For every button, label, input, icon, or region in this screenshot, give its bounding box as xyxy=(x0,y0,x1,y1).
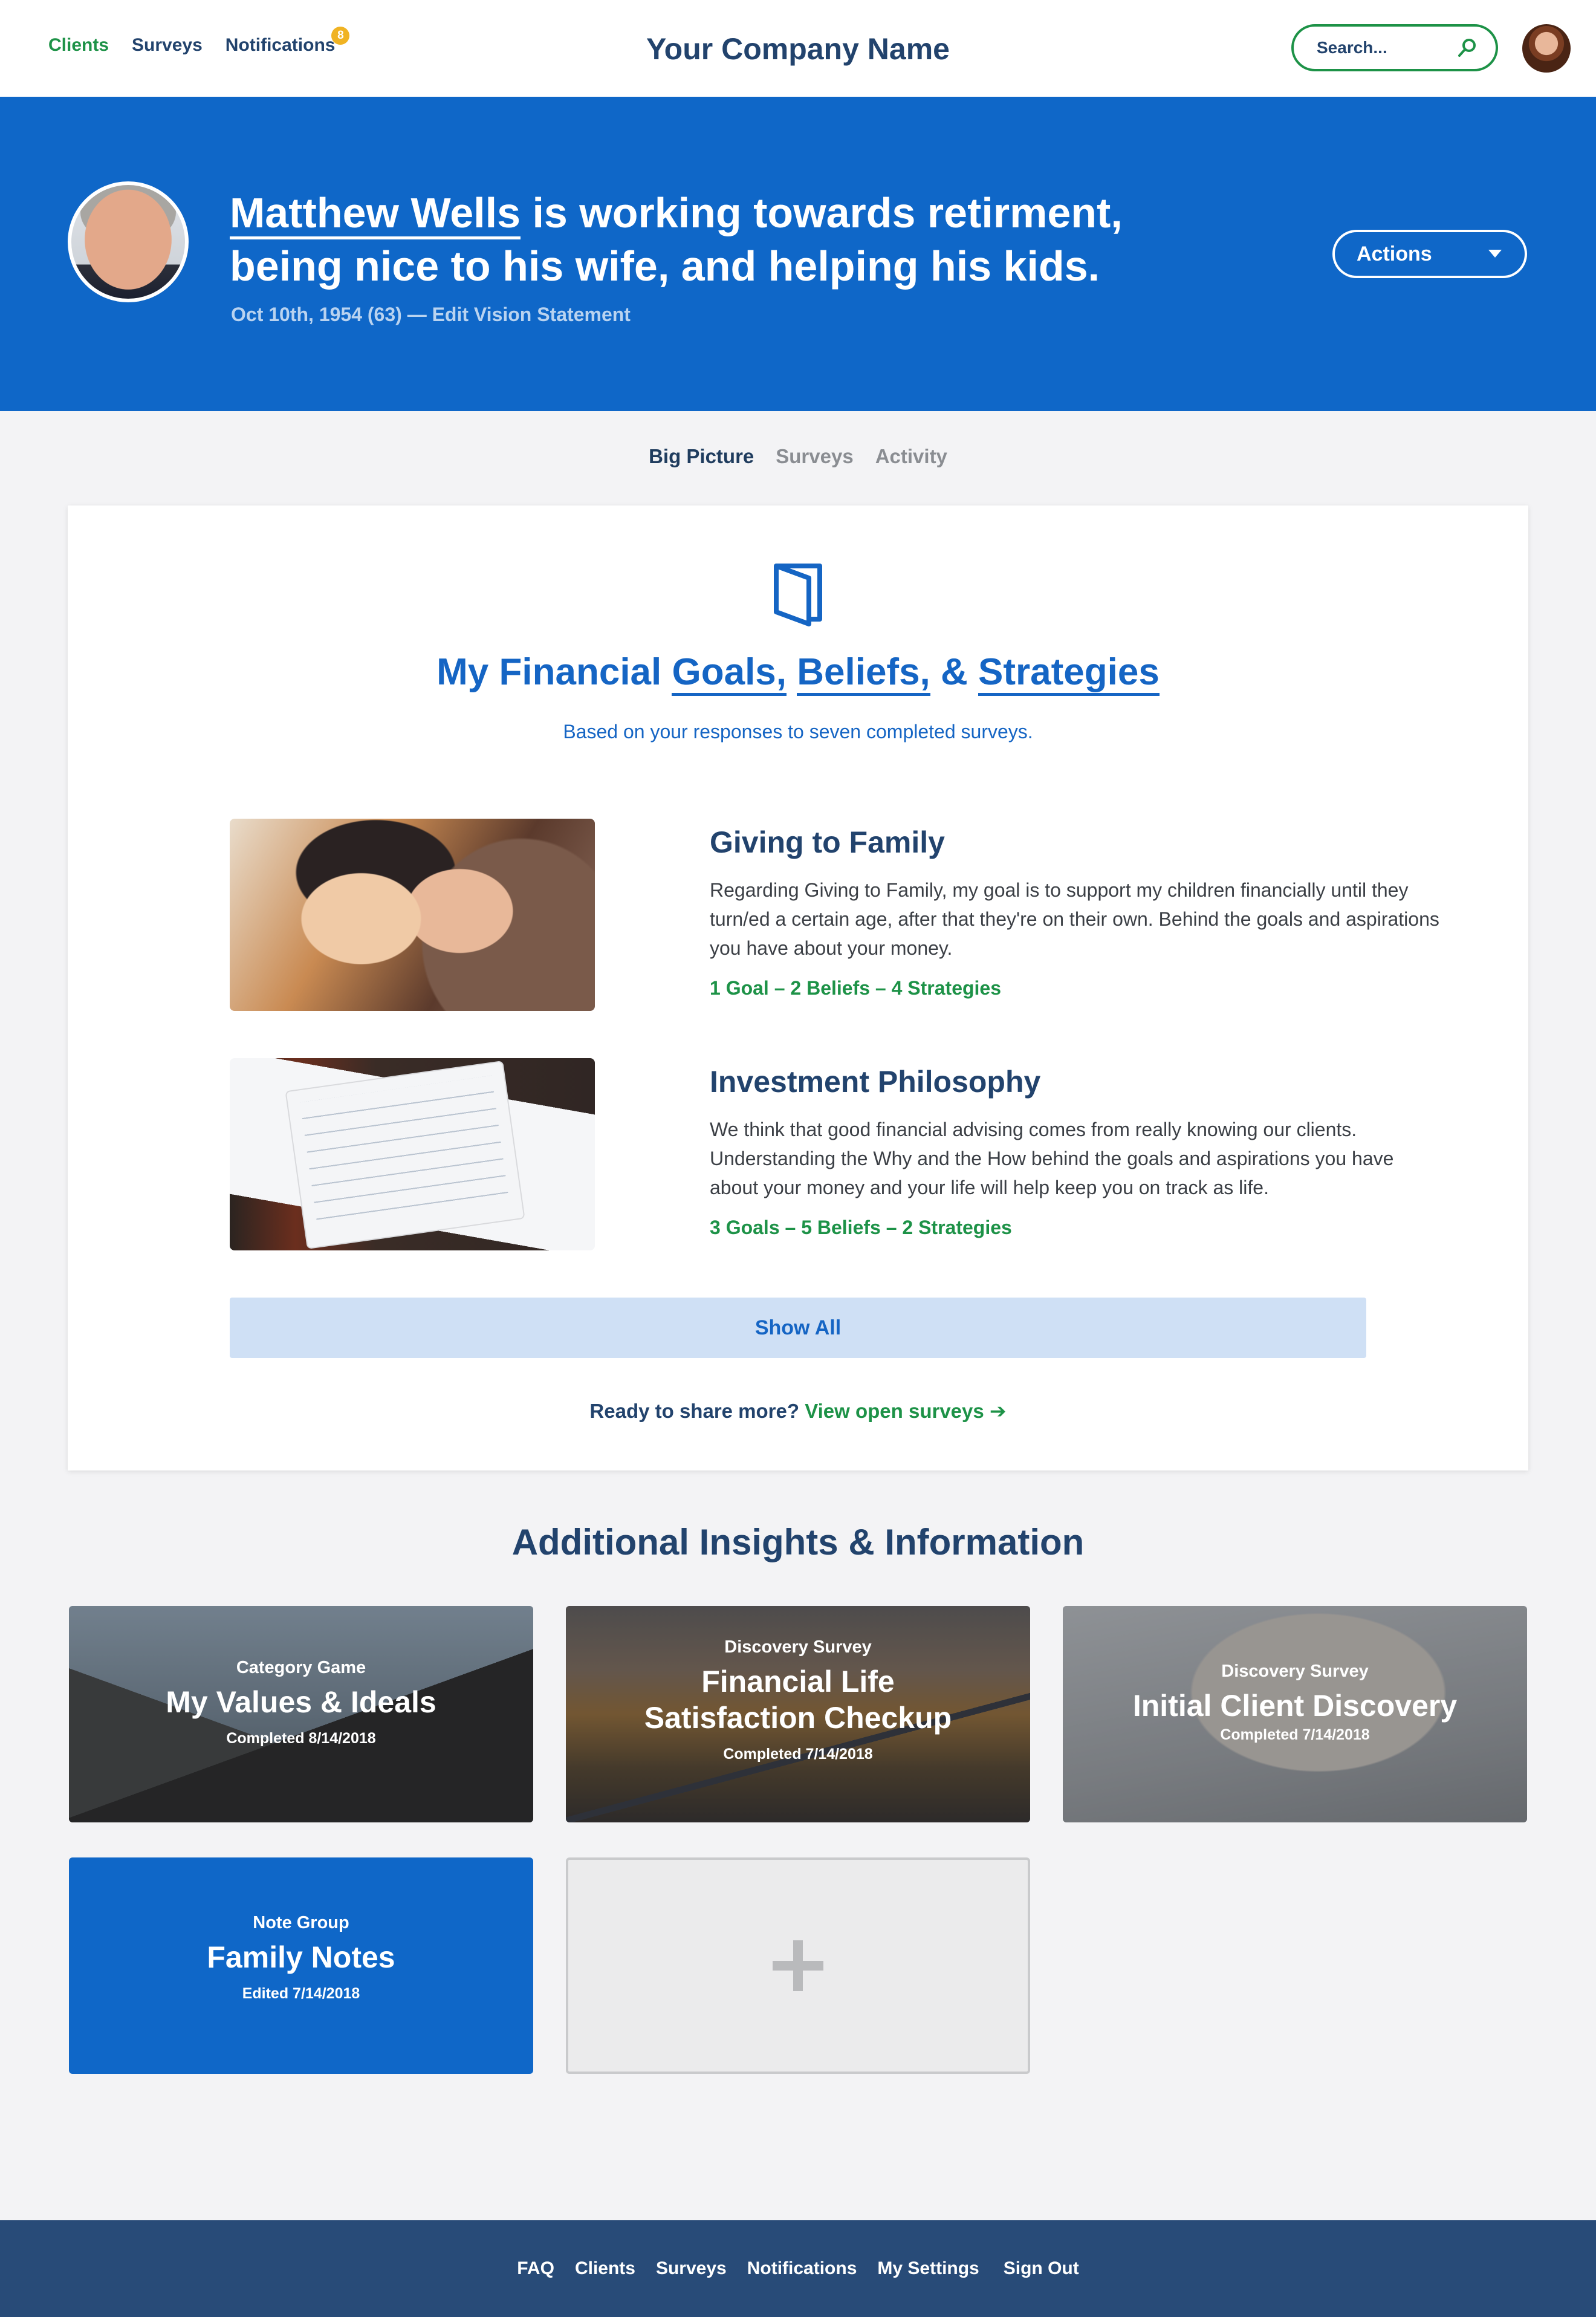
values-ideals-tile[interactable]: Category Game My Values & Ideals Complet… xyxy=(69,1606,533,1822)
client-name-link[interactable]: Matthew Wells xyxy=(230,189,521,239)
tile-name-line1: Financial Life xyxy=(701,1665,895,1698)
goals-subtitle: Based on your responses to seven complet… xyxy=(563,721,1033,743)
tile-content: Note Group Family Notes Edited 7/14/2018 xyxy=(69,1913,533,2003)
nav-surveys-link[interactable]: Surveys xyxy=(132,35,203,56)
vision-statement-line2: being nice to his wife, and helping his … xyxy=(230,242,1100,290)
goals-heading: My Financial Goals, Beliefs, & Strategie… xyxy=(68,651,1528,696)
tile-name: Initial Client Discovery xyxy=(1132,1689,1458,1723)
client-meta: Oct 10th, 1954 (63) — Edit Vision Statem… xyxy=(231,304,631,326)
notebook-graphic xyxy=(286,1062,524,1248)
user-avatar[interactable] xyxy=(1522,24,1571,73)
tile-kicker: Discovery Survey xyxy=(1221,1662,1369,1681)
footer: FAQ Clients Surveys Notifications My Set… xyxy=(0,2220,1596,2317)
tile-content: Discovery Survey Financial Life Satisfac… xyxy=(566,1637,1030,1763)
goals-link[interactable]: Goals, xyxy=(672,651,787,696)
tile-date: Completed 8/14/2018 xyxy=(226,1730,376,1747)
edit-vision-statement-link[interactable]: Edit Vision Statement xyxy=(432,304,631,325)
tile-date: Edited 7/14/2018 xyxy=(242,1985,360,2002)
vision-statement-line1: is working towards retirment, xyxy=(521,189,1123,236)
tile-name-line2: Satisfaction Checkup xyxy=(644,1701,952,1735)
strategies-link[interactable]: Strategies xyxy=(978,651,1160,696)
initial-client-discovery-tile[interactable]: Discovery Survey Initial Client Discover… xyxy=(1063,1606,1527,1822)
investment-philosophy-image[interactable] xyxy=(230,1058,595,1250)
tile-content: Category Game My Values & Ideals Complet… xyxy=(69,1658,533,1747)
caret-down-icon xyxy=(1488,250,1502,258)
giving-to-family-image[interactable] xyxy=(230,819,595,1011)
tab-activity[interactable]: Activity xyxy=(875,445,947,468)
tile-name: Family Notes xyxy=(207,1940,395,1974)
show-all-button[interactable]: Show All xyxy=(230,1298,1366,1358)
client-tabs: Big Picture Surveys Activity xyxy=(0,445,1596,468)
actions-dropdown-button[interactable]: Actions xyxy=(1332,230,1527,278)
tile-content: Discovery Survey Initial Client Discover… xyxy=(1063,1662,1527,1744)
beliefs-link[interactable]: Beliefs, xyxy=(797,651,930,696)
search-icon[interactable] xyxy=(1457,37,1478,58)
top-nav: Clients Surveys Notifications 8 Your Com… xyxy=(0,0,1596,97)
tile-kicker: Category Game xyxy=(236,1658,366,1677)
footer-notifications-link[interactable]: Notifications xyxy=(747,2258,857,2279)
tab-big-picture[interactable]: Big Picture xyxy=(649,445,754,468)
nav-notifications-label: Notifications xyxy=(225,35,336,55)
family-notes-tile[interactable]: Note Group Family Notes Edited 7/14/2018 xyxy=(69,1857,533,2074)
footer-sign-out-link[interactable]: Sign Out xyxy=(1004,2258,1079,2279)
financial-goals-card: My Financial Goals, Beliefs, & Strategie… xyxy=(68,505,1528,1470)
meta-separator: — xyxy=(401,304,432,325)
search-input[interactable] xyxy=(1317,38,1456,57)
tab-surveys[interactable]: Surveys xyxy=(776,445,853,468)
goals-heading-amp: & xyxy=(930,651,979,693)
tile-name: My Values & Ideals xyxy=(166,1685,436,1719)
share-more-prompt: Ready to share more? View open surveys ➔ xyxy=(68,1399,1528,1423)
footer-faq-link[interactable]: FAQ xyxy=(517,2258,554,2279)
goal-item-description: Regarding Giving to Family, my goal is t… xyxy=(710,879,1439,959)
share-more-text: Ready to share more? xyxy=(589,1400,805,1422)
goals-heading-prefix: My Financial xyxy=(436,651,672,693)
financial-life-satisfaction-tile[interactable]: Discovery Survey Financial Life Satisfac… xyxy=(566,1606,1030,1822)
client-dob: Oct 10th, 1954 (63) xyxy=(231,304,402,325)
nav-notifications-link[interactable]: Notifications 8 xyxy=(225,27,350,56)
book-icon xyxy=(774,564,822,626)
actions-label: Actions xyxy=(1357,242,1432,265)
goal-item-title[interactable]: Giving to Family xyxy=(710,825,945,860)
search-box xyxy=(1291,24,1498,71)
goal-item-title[interactable]: Investment Philosophy xyxy=(710,1064,1040,1099)
footer-clients-link[interactable]: Clients xyxy=(575,2258,635,2279)
add-insight-tile[interactable] xyxy=(566,1857,1030,2074)
insights-heading: Additional Insights & Information xyxy=(511,1522,1085,1562)
vision-statement: Matthew Wells is working towards retirme… xyxy=(230,186,1197,293)
tile-date: Completed 7/14/2018 xyxy=(723,1746,873,1763)
notification-count-badge: 8 xyxy=(331,27,350,45)
goal-item-description: We think that good financial advising co… xyxy=(710,1119,1394,1198)
tile-kicker: Discovery Survey xyxy=(724,1637,872,1657)
goal-item-stats[interactable]: 3 Goals – 5 Beliefs – 2 Strategies xyxy=(710,1217,1012,1239)
goal-item-stats[interactable]: 1 Goal – 2 Beliefs – 4 Strategies xyxy=(710,977,1001,999)
primary-nav: Clients Surveys Notifications 8 xyxy=(48,27,350,56)
tile-date: Completed 7/14/2018 xyxy=(1220,1726,1370,1743)
footer-surveys-link[interactable]: Surveys xyxy=(656,2258,727,2279)
tile-kicker: Note Group xyxy=(253,1913,349,1932)
client-photo xyxy=(68,181,189,302)
view-open-surveys-link[interactable]: View open surveys ➔ xyxy=(805,1400,1006,1422)
client-hero: Matthew Wells is working towards retirme… xyxy=(0,97,1596,411)
footer-settings-link[interactable]: My Settings xyxy=(877,2258,979,2279)
nav-clients-link[interactable]: Clients xyxy=(48,35,109,56)
plus-icon xyxy=(773,1940,823,1991)
